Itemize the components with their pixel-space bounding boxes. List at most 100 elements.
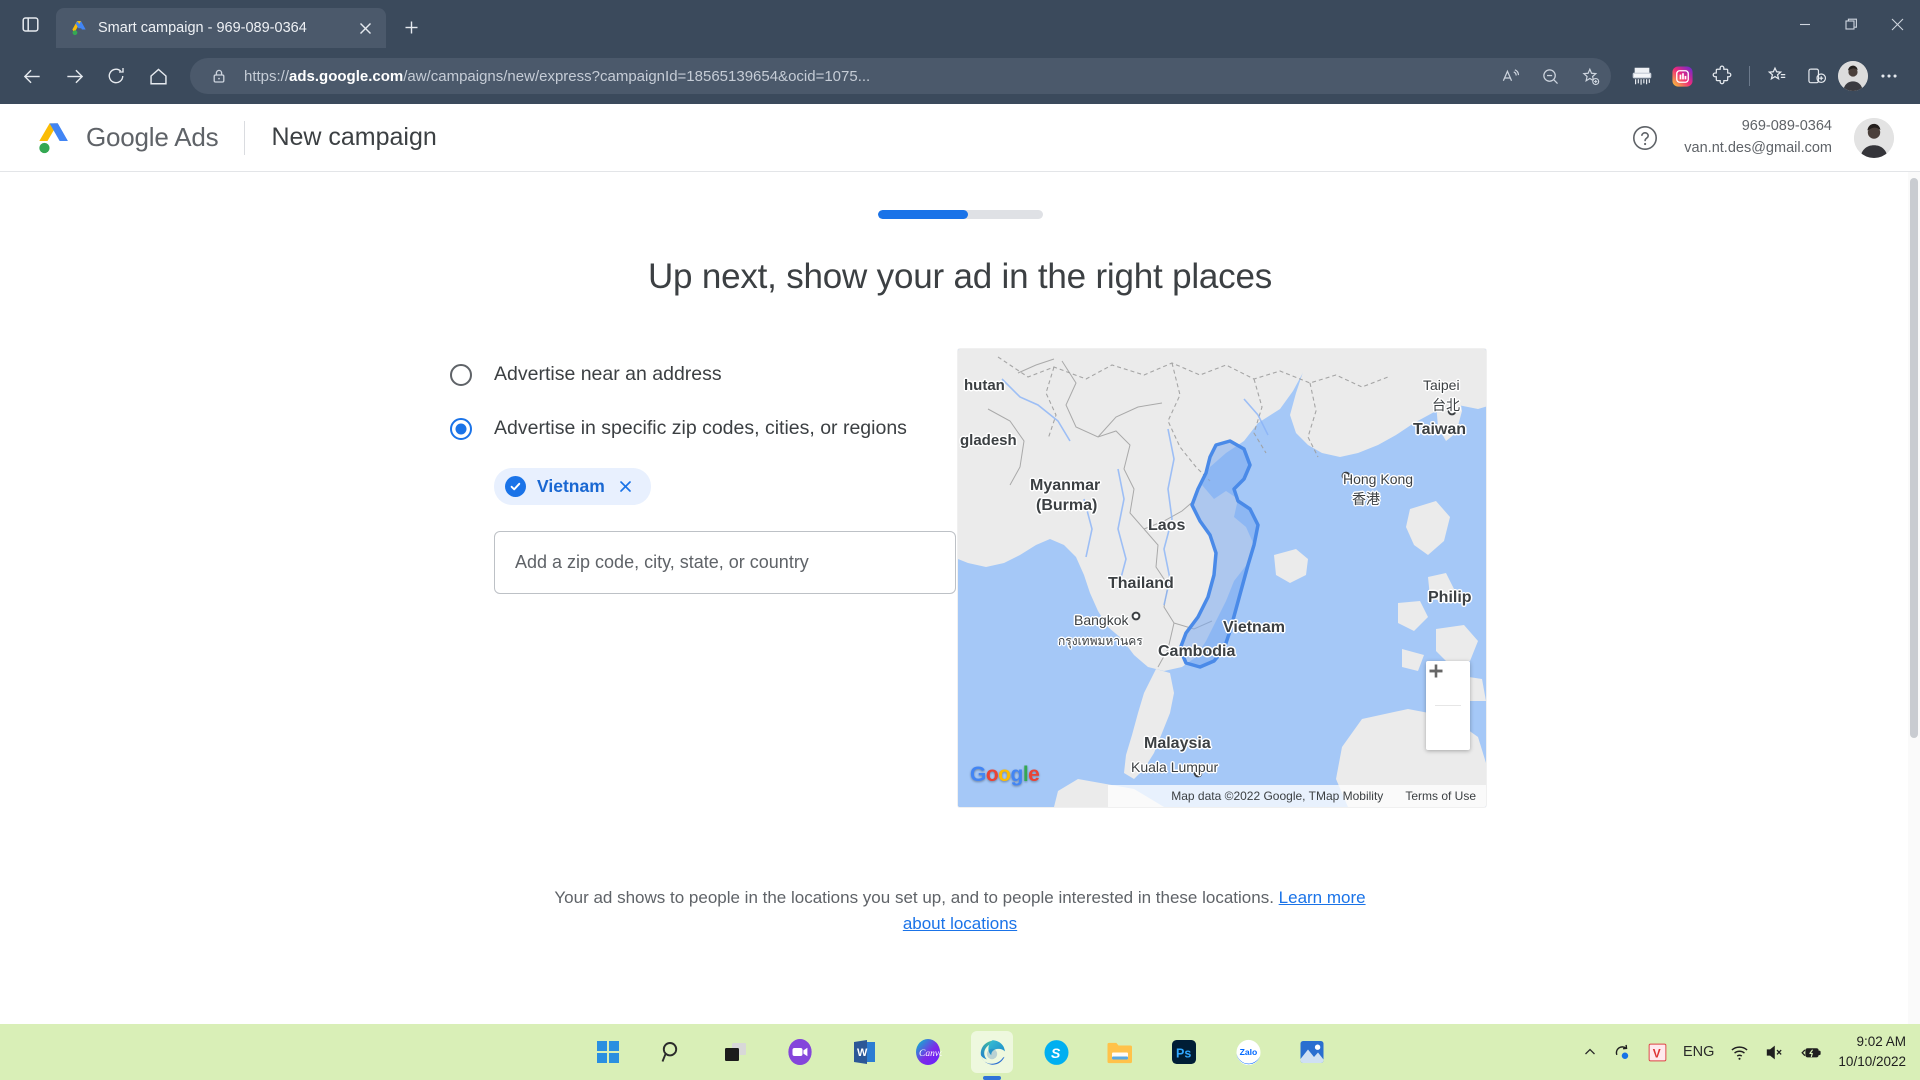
radio-button-specific-regions[interactable] [450,417,472,440]
close-window-button[interactable] [1874,0,1920,48]
file-explorer-app[interactable] [1099,1031,1141,1073]
radio-label-near-address: Advertise near an address [494,363,722,385]
footnote-text: Your ad shows to people in the locations… [554,888,1279,907]
canva-app[interactable]: Canva [907,1031,949,1073]
photos-app[interactable] [1291,1031,1333,1073]
sync-icon[interactable] [1613,1043,1632,1062]
meet-app[interactable] [779,1031,821,1073]
location-chip-vietnam[interactable]: Vietnam [494,468,651,506]
lock-icon [204,61,234,91]
system-tray: V ENG 9:02 AM 10/10/2022 [1583,1032,1906,1071]
refresh-icon[interactable] [96,56,136,96]
google-watermark: Google [970,763,1040,786]
browser-tab[interactable]: Smart campaign - 969-089-0364 [56,8,386,48]
location-search-input[interactable]: Add a zip code, city, state, or country [494,531,956,595]
app-icon[interactable] [1663,57,1701,95]
page-viewport: Google Ads New campaign 969-089-0364 van… [0,104,1920,1024]
location-map[interactable]: hutan gladesh Myanmar (Burma) Laos Thailand Ba… [958,349,1486,807]
header-divider [244,120,246,155]
google-ads-header: Google Ads New campaign 969-089-0364 van… [0,104,1920,172]
skype-app[interactable]: S [1035,1031,1077,1073]
tab-close-icon[interactable] [352,15,378,41]
url-text: https://ads.google.com/aw/campaigns/new/… [244,67,871,85]
map-zoom-out-button[interactable] [1426,669,1470,750]
toolbar-divider [1749,66,1750,86]
browser-window: Smart campaign - 969-089-0364 https://ad… [0,0,1920,1080]
radio-label-specific-regions: Advertise in specific zip codes, cities,… [494,416,907,439]
maximize-restore-button[interactable] [1828,0,1874,48]
account-info: 969-089-0364 van.nt.des@gmail.com [1684,116,1832,158]
address-bar[interactable]: https://ads.google.com/aw/campaigns/new/… [190,58,1611,94]
new-tab-button[interactable] [394,10,428,44]
location-settings-section: Advertise near an address Advertise in s… [0,349,1920,807]
page-scrollbar[interactable] [1908,172,1920,1024]
svg-text:V: V [1653,1046,1661,1060]
search-button[interactable] [651,1031,693,1073]
close-icon[interactable] [616,477,636,497]
start-button[interactable] [587,1031,629,1073]
location-options-column: Advertise near an address Advertise in s… [450,349,956,807]
add-favorite-icon[interactable] [1575,61,1605,91]
chevron-up-icon[interactable] [1583,1045,1597,1059]
progress-bar-fill [877,210,969,219]
step-heading: Up next, show your ad in the right place… [647,257,1273,296]
page-content: Up next, show your ad in the right place… [0,172,1920,1024]
map-graphic [958,349,1486,807]
header-right: 969-089-0364 van.nt.des@gmail.com [1628,116,1894,158]
edge-app[interactable] [971,1031,1013,1080]
selected-locations-chips: Vietnam [494,468,910,506]
radio-option-specific-regions[interactable]: Advertise in specific zip codes, cities,… [450,415,910,443]
help-circle-icon[interactable] [1628,121,1662,155]
collections-icon[interactable] [1798,57,1836,95]
chip-label: Vietnam [537,476,605,497]
tab-title: Smart campaign - 969-089-0364 [98,20,307,36]
svg-text:W: W [857,1047,868,1059]
extensions-icon[interactable] [1703,57,1741,95]
battery-charging-icon[interactable] [1800,1043,1822,1062]
account-email: van.nt.des@gmail.com [1684,139,1832,156]
edge-active-indicator [983,1076,1001,1080]
wifi-icon[interactable] [1730,1043,1749,1062]
map-attribution: Map data ©2022 Google, TMap Mobility Ter… [1108,785,1486,807]
window-controls [1782,0,1920,48]
read-aloud-icon[interactable] [1495,61,1525,91]
browser-navbar: https://ads.google.com/aw/campaigns/new/… [0,48,1920,104]
locations-footnote: Your ad shows to people in the locations… [534,885,1386,936]
favorites-icon[interactable] [1758,57,1796,95]
settings-more-icon[interactable] [1870,57,1908,95]
back-icon[interactable] [12,56,52,96]
forward-icon[interactable] [54,56,94,96]
tab-actions-button[interactable] [10,4,50,44]
terms-of-use-link[interactable]: Terms of Use [1405,789,1476,803]
svg-text:S: S [1051,1045,1061,1061]
brand-text: Google Ads [86,122,219,152]
svg-text:Canva: Canva [919,1049,942,1059]
svg-text:Ps: Ps [1176,1047,1191,1061]
photoshop-app[interactable]: Ps [1163,1031,1205,1073]
scrollbar-thumb[interactable] [1910,178,1918,738]
language-indicator[interactable]: ENG [1683,1044,1714,1060]
unikey-v-icon[interactable]: V [1648,1043,1667,1062]
zoom-out-icon[interactable] [1535,61,1565,91]
taskbar-apps: W Canva S Ps Zalo [587,1031,1333,1080]
browser-titlebar: Smart campaign - 969-089-0364 [0,0,1920,48]
avatar[interactable] [1854,117,1894,158]
volume-muted-icon[interactable] [1765,1043,1784,1062]
zalo-app[interactable]: Zalo [1227,1031,1269,1073]
taskbar-clock[interactable]: 9:02 AM 10/10/2022 [1838,1032,1906,1071]
google-ads-logo[interactable]: Google Ads [34,119,219,157]
browser-profile-avatar[interactable] [1838,61,1868,91]
page-title: New campaign [271,123,437,151]
home-icon[interactable] [138,56,178,96]
svg-text:Zalo: Zalo [1239,1047,1257,1057]
google-ads-logo-icon [39,122,68,153]
windows-taskbar: W Canva S Ps Zalo V ENG 9:02 AM 10/10/20… [0,1024,1920,1080]
minimize-button[interactable] [1782,0,1828,48]
shredder-icon[interactable] [1623,57,1661,95]
radio-button-near-address[interactable] [450,364,472,386]
task-view-button[interactable] [715,1031,757,1073]
clock-time: 9:02 AM [1856,1034,1906,1050]
word-app[interactable]: W [843,1031,885,1073]
location-input-placeholder: Add a zip code, city, state, or country [515,552,809,573]
radio-option-near-address[interactable]: Advertise near an address [450,361,910,389]
